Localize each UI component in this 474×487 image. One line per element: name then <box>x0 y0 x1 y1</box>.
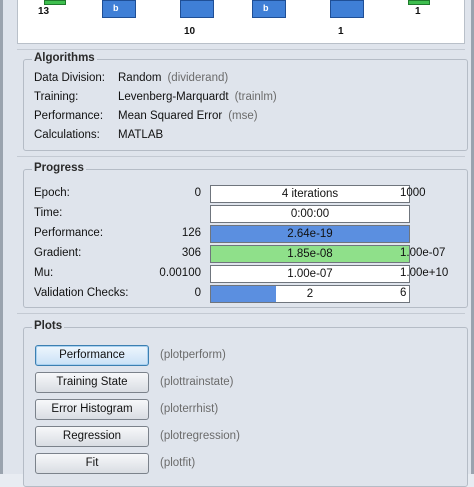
plot-hint: (plotregression) <box>160 430 240 442</box>
plot-hint: (plottrainstate) <box>160 376 234 388</box>
progress-panel: Progress Epoch: 0 4 iterations 1000 Time… <box>23 162 469 308</box>
training-window: 13 b 10 b 1 1 Algorithms Data Division: … <box>0 0 474 487</box>
progress-start: 0.00100 <box>159 267 201 279</box>
progress-row-performance: Performance: 126 2.64e-19 <box>24 225 469 244</box>
algorithm-key: Calculations: <box>34 129 100 141</box>
plot-hint: (plotperform) <box>160 349 226 361</box>
error-histogram-plot-button[interactable]: Error Histogram <box>35 399 149 420</box>
performance-plot-button[interactable]: Performance <box>35 345 149 366</box>
progress-end: 6 <box>400 287 407 299</box>
progress-row-time: Time: 0:00:00 <box>24 205 469 224</box>
progress-key: Performance: <box>34 227 104 239</box>
fit-plot-button[interactable]: Fit <box>35 453 149 474</box>
progress-bar-value: 1.00e-07 <box>287 268 333 280</box>
plot-hint: (ploterrhist) <box>160 403 219 415</box>
algorithm-key: Data Division: <box>34 72 105 84</box>
algorithm-value: Levenberg-Marquardt <box>118 91 229 103</box>
final-size-label: 1 <box>415 6 421 17</box>
hidden-transfer-block <box>180 0 214 18</box>
progress-start: 0 <box>194 187 201 199</box>
input-size-label: 13 <box>38 6 50 17</box>
progress-title: Progress <box>32 162 86 174</box>
bias-glyph: b <box>263 3 269 13</box>
progress-key: Validation Checks: <box>34 287 129 299</box>
algorithm-hint: (mse) <box>228 110 258 122</box>
algorithm-value: Random <box>118 72 162 84</box>
progress-bar: 2 <box>210 285 410 303</box>
algorithm-hint: (trainlm) <box>234 91 277 103</box>
output-transfer-block <box>330 0 364 18</box>
regression-plot-button[interactable]: Regression <box>35 426 149 447</box>
algorithm-value: MATLAB <box>118 129 164 141</box>
progress-bar-value: 4 iterations <box>281 188 339 200</box>
progress-bar: 0:00:00 <box>210 205 410 223</box>
progress-bar: 2.64e-19 <box>210 225 410 243</box>
progress-bar: 1.00e-07 <box>210 265 410 283</box>
separator <box>17 156 465 157</box>
plot-hint: (plotfit) <box>160 457 196 469</box>
progress-start: 126 <box>181 227 201 239</box>
input-block <box>44 0 66 5</box>
algorithms-title: Algorithms <box>32 52 97 64</box>
network-diagram: 13 b 10 b 1 1 <box>17 0 465 44</box>
progress-row-mu: Mu: 0.00100 1.00e-07 1.00e+10 <box>24 265 469 284</box>
output-block <box>408 0 430 5</box>
separator <box>17 49 465 50</box>
progress-end: 1.00e+10 <box>400 267 449 279</box>
progress-key: Epoch: <box>34 187 70 199</box>
algorithm-hint: (dividerand) <box>167 72 229 84</box>
hidden-weight-block: b <box>102 0 136 18</box>
progress-bar: 1.85e-08 <box>210 245 410 263</box>
progress-row-epoch: Epoch: 0 4 iterations 1000 <box>24 185 469 204</box>
output-size-label: 1 <box>338 26 344 37</box>
plots-title: Plots <box>32 320 65 332</box>
algorithm-value: Mean Squared Error <box>118 110 223 122</box>
progress-start: 306 <box>181 247 201 259</box>
progress-bar-value: 2 <box>306 288 314 300</box>
progress-bar: 4 iterations <box>210 185 410 203</box>
progress-bar-value: 2.64e-19 <box>287 228 333 240</box>
progress-key: Time: <box>34 207 63 219</box>
algorithm-key: Performance: <box>34 110 104 122</box>
training-state-plot-button[interactable]: Training State <box>35 372 149 393</box>
algorithms-panel: Algorithms Data Division: Random (divider… <box>23 52 468 151</box>
progress-bar-value: 0:00:00 <box>290 208 330 220</box>
progress-key: Gradient: <box>34 247 82 259</box>
progress-end: 1.00e-07 <box>400 247 446 259</box>
plots-panel: Plots Performance (plotperform) Training… <box>23 320 468 487</box>
progress-end: 1000 <box>400 187 426 199</box>
separator <box>17 313 465 314</box>
algorithm-key: Training: <box>34 91 79 103</box>
progress-row-gradient: Gradient: 306 1.85e-08 1.00e-07 <box>24 245 469 264</box>
progress-bar-value: 1.85e-08 <box>287 248 333 260</box>
progress-row-validation: Validation Checks: 0 2 6 <box>24 285 469 304</box>
progress-start: 0 <box>194 287 201 299</box>
hidden-size-label: 10 <box>184 26 196 37</box>
bias-glyph: b <box>113 3 119 13</box>
output-weight-block: b <box>252 0 286 18</box>
progress-key: Mu: <box>34 267 54 279</box>
